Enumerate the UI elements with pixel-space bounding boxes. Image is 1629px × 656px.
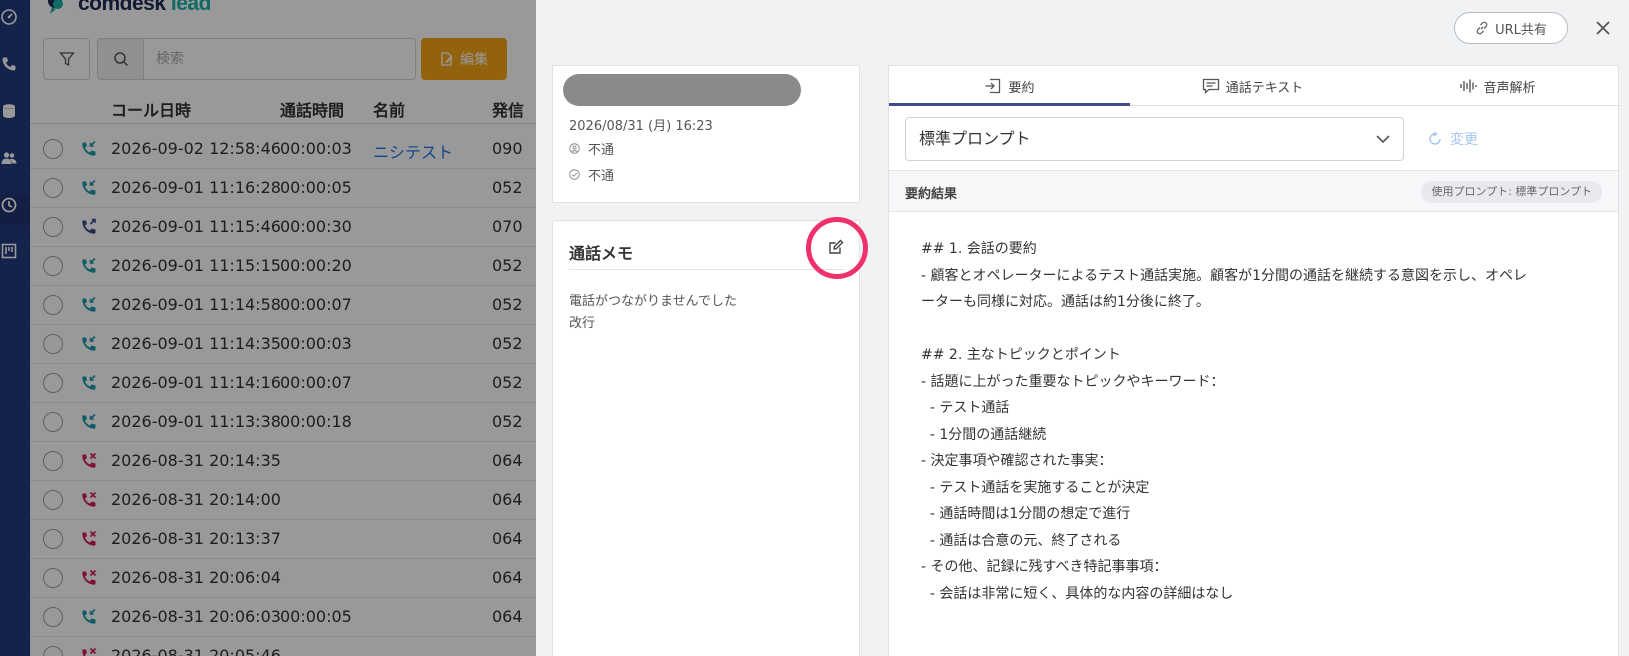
detail-tabs: 要約 通話テキスト 音声解析: [889, 66, 1620, 106]
memo-divider: [569, 269, 845, 270]
summary-line: - 決定事項や確認された事実：: [921, 453, 1113, 469]
summary-result-bar: 要約結果 使用プロンプト: 標準プロンプト: [889, 170, 1618, 212]
link-icon: [1476, 21, 1488, 35]
call-status-1: 不通: [588, 143, 615, 158]
memo-line: 改行: [569, 316, 596, 331]
tab-voice-analysis[interactable]: 音声解析: [1375, 66, 1620, 106]
summary-line: - 通話は合意の元、終了される: [921, 532, 1122, 549]
summary-line: - その他、記録に残すべき特記事事項：: [921, 559, 1168, 575]
summary-text: ## 1. 会話の要約 - 顧客とオペレーターによるテスト通話実施。顧客が1分間の…: [921, 236, 1581, 607]
tab-transcript-label: 通話テキスト: [1225, 80, 1304, 96]
summary-line: - 顧客とオペレーターによるテスト通話実施。顧客が1分間の通話を継続する意図を示…: [921, 267, 1527, 284]
summary-panel: 要約 通話テキスト 音声解析 標準プロンプト 変更 要約結果 使用プロンプト: …: [888, 65, 1620, 656]
url-share-button[interactable]: URL共有: [1454, 12, 1568, 44]
summary-line: - 通話時間は1分間の想定で進行: [921, 506, 1131, 522]
user-circle-icon: [569, 143, 580, 154]
modal-backdrop[interactable]: [0, 0, 536, 656]
refresh-icon: [1429, 132, 1441, 145]
summary-line: - 1分間の通話継続: [921, 426, 1047, 443]
close-icon: [1596, 21, 1610, 35]
edit-icon: [829, 239, 844, 254]
summary-line: - 話題に上がった重要なトピックやキーワード：: [921, 373, 1225, 390]
check-circle-icon: [569, 169, 580, 180]
waveform-icon: [1460, 79, 1478, 93]
close-button[interactable]: [1591, 16, 1615, 40]
call-info-card: 2026/08/31 (月) 16:23 不通 不通: [552, 65, 860, 203]
summary-line: ## 2. 主なトピックとポイント: [921, 347, 1121, 363]
tab-transcript[interactable]: 通話テキスト: [1130, 66, 1375, 106]
summary-line: - 会話は非常に短く、具体的な内容の詳細はなし: [921, 585, 1234, 602]
call-detail-drawer: URL共有 2026/08/31 (月) 16:23 不通 不通 通話メモ 電話…: [536, 0, 1629, 656]
prompt-used-badge: 使用プロンプト: 標準プロンプト: [1421, 181, 1602, 203]
call-datetime: 2026/08/31 (月) 16:23: [569, 119, 713, 134]
call-status-row-1: 不通: [569, 139, 614, 158]
summary-result-label: 要約結果: [905, 187, 958, 202]
call-status-2: 不通: [588, 169, 615, 184]
summary-icon: [985, 78, 1001, 94]
summary-line: ーターも同様に対応。通話は約1分後に終了。: [921, 294, 1210, 310]
summary-line: - テスト通話を実施することが決定: [921, 479, 1150, 496]
transcript-icon: [1202, 78, 1219, 94]
call-memo-card: 通話メモ 電話がつながりませんでした 改行: [552, 217, 868, 656]
url-share-label: URL共有: [1495, 22, 1547, 38]
summary-line: [921, 316, 1581, 343]
change-prompt-label: 変更: [1450, 132, 1478, 148]
prompt-select[interactable]: 標準プロンプト: [905, 117, 1404, 161]
call-status-row-2: 不通: [569, 165, 614, 184]
summary-line: - テスト通話: [921, 400, 1010, 416]
tab-summary[interactable]: 要約: [889, 66, 1130, 106]
contact-name-redacted: [563, 74, 801, 106]
active-tab-underline: [889, 103, 1130, 106]
memo-edit-button[interactable]: [823, 234, 849, 260]
memo-text: 電話がつながりませんでした 改行: [569, 291, 737, 335]
tab-summary-label: 要約: [1008, 80, 1035, 96]
memo-title: 通話メモ: [569, 244, 634, 263]
summary-line: ## 1. 会話の要約: [921, 241, 1037, 257]
tab-voice-analysis-label: 音声解析: [1483, 80, 1536, 96]
chevron-down-icon: [1376, 135, 1390, 144]
prompt-select-value: 標準プロンプト: [919, 129, 1031, 148]
change-prompt-button[interactable]: 変更: [1428, 124, 1518, 154]
memo-line: 電話がつながりませんでした: [569, 294, 737, 309]
